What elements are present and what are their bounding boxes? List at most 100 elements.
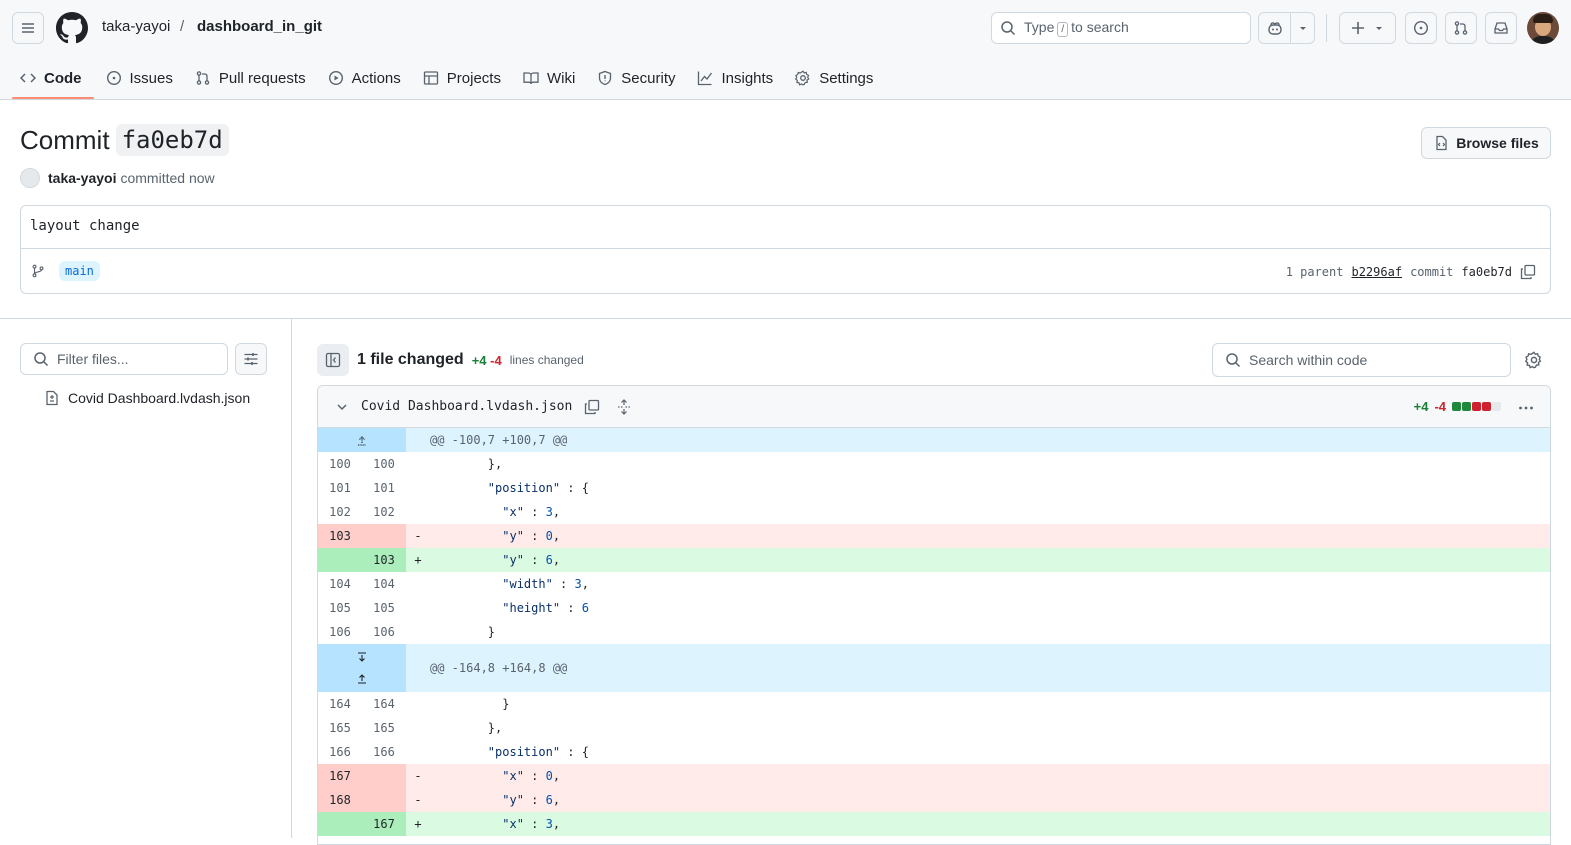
tab-projects[interactable]: Projects: [415, 58, 513, 98]
author-link[interactable]: taka-yayoi: [48, 170, 116, 186]
diff-file-name[interactable]: Covid Dashboard.lvdash.json: [361, 399, 572, 414]
diff-line: 100 100 },: [329, 457, 503, 471]
tab-issues[interactable]: Issues: [98, 58, 185, 98]
gear-icon: [1525, 351, 1542, 369]
expand-up-icon: [358, 436, 366, 446]
copy-icon[interactable]: [1520, 264, 1536, 280]
browse-files-button[interactable]: Browse files: [1421, 127, 1551, 159]
breadcrumb-repo[interactable]: dashboard_in_git: [197, 18, 322, 35]
repo-tabs: Code Issues Pull requests Actions Projec…: [12, 58, 885, 100]
page-title: Commit fa0eb7d: [20, 124, 229, 156]
global-search-input[interactable]: Type / to search: [991, 12, 1251, 44]
diff-settings-button[interactable]: [1525, 351, 1543, 369]
gear-icon: [795, 70, 810, 86]
diff-line: 105 105 "height" : 6: [329, 601, 589, 615]
tab-pull-requests[interactable]: Pull requests: [187, 58, 318, 98]
tab-label: Projects: [446, 69, 501, 87]
kebab-menu-icon[interactable]: [1518, 400, 1534, 416]
diff-line: 106 106 }: [329, 625, 496, 639]
search-icon: [1001, 21, 1016, 36]
filter-files-input[interactable]: Filter files...: [20, 343, 228, 375]
breadcrumb-owner[interactable]: taka-yayoi: [102, 18, 170, 35]
file-additions: +4: [1413, 399, 1429, 414]
pull-request-icon: [196, 71, 210, 85]
file-tree-item[interactable]: Covid Dashboard.lvdash.json: [44, 390, 250, 406]
diff-line: 102 102 "x" : 3,: [329, 505, 561, 519]
search-icon: [34, 352, 49, 367]
hunk-text: @@ -164,8 +164,8 @@: [430, 661, 568, 675]
user-avatar[interactable]: [1527, 12, 1559, 44]
expand-both-button[interactable]: [318, 644, 406, 692]
deletions-count: -4: [490, 352, 502, 368]
commit-hash: fa0eb7d: [1461, 265, 1512, 279]
copilot-button[interactable]: [1258, 12, 1315, 44]
menu-button[interactable]: [12, 12, 44, 44]
search-within-code-placeholder: Search within code: [1249, 352, 1368, 368]
diff-summary: 1 file changed +4 -4 lines changed: [357, 351, 584, 369]
tab-label: Insights: [721, 69, 774, 87]
hunk-header: @@ -164,8 +164,8 @@: [318, 644, 1550, 692]
inbox-button[interactable]: [1485, 12, 1517, 44]
github-logo-icon[interactable]: [56, 12, 88, 44]
issue-icon: [106, 70, 121, 86]
table-icon: [423, 71, 438, 85]
file-deletions: -4: [1434, 399, 1446, 414]
git-branch-icon: [32, 264, 44, 278]
breadcrumb-separator: /: [180, 18, 185, 35]
toggle-file-tree-button[interactable]: [317, 344, 349, 376]
chevron-down-icon[interactable]: [336, 401, 348, 413]
tab-insights[interactable]: Insights: [689, 58, 785, 98]
tab-wiki[interactable]: Wiki: [515, 58, 587, 98]
lines-changed-label: lines changed: [509, 353, 584, 367]
diff-line-deleted: 168- "y" : 6,: [318, 788, 1550, 812]
parent-hash-link[interactable]: b2296af: [1351, 265, 1402, 279]
commit-message-box: layout change main 1 parent b2296af comm…: [20, 205, 1551, 294]
pull-request-icon: [1454, 21, 1468, 35]
file-code-icon: [1436, 135, 1447, 151]
expand-up-button[interactable]: [318, 428, 406, 452]
tab-label: Issues: [129, 69, 173, 87]
diffstat-bar: [1452, 399, 1502, 414]
expand-all-icon[interactable]: [616, 398, 632, 415]
branch-label[interactable]: main: [59, 261, 100, 281]
tab-code[interactable]: Code: [12, 58, 94, 99]
create-new-button[interactable]: [1339, 12, 1396, 44]
panel-divider[interactable]: [291, 318, 292, 838]
copy-icon[interactable]: [584, 399, 600, 415]
inbox-icon: [1494, 22, 1508, 34]
tab-actions[interactable]: Actions: [320, 58, 413, 98]
commit-parent-info: 1 parent b2296af commit fa0eb7d: [1286, 264, 1536, 280]
tab-settings[interactable]: Settings: [787, 58, 885, 98]
tab-label: Settings: [819, 69, 874, 87]
expand-up-icon: [358, 674, 366, 684]
browse-files-label: Browse files: [1456, 135, 1539, 151]
tab-label: Security: [621, 69, 676, 87]
commit-author-line: taka-yayoi committed now: [20, 168, 215, 188]
graph-icon: [698, 71, 713, 86]
commit-label: commit: [1410, 265, 1454, 279]
app-header: taka-yayoi / dashboard_in_git Type / to se…: [0, 0, 1571, 100]
code-icon: [20, 73, 36, 83]
tab-label: Pull requests: [218, 69, 306, 87]
issues-button[interactable]: [1405, 12, 1437, 44]
diff-line-deleted: 103- "y" : 0,: [318, 524, 1550, 548]
filter-options-button[interactable]: [235, 343, 267, 375]
sidebar-collapse-icon: [325, 352, 341, 368]
plus-icon: [1351, 22, 1364, 34]
diff-line-deleted: 167- "x" : 0,: [318, 764, 1550, 788]
tab-security[interactable]: Security: [589, 58, 687, 98]
search-within-code-input[interactable]: Search within code: [1212, 343, 1511, 377]
section-divider: [0, 318, 1571, 319]
file-diff-header: Covid Dashboard.lvdash.json +4 -4: [318, 386, 1550, 428]
pull-requests-button[interactable]: [1445, 12, 1477, 44]
search-icon: [1226, 353, 1241, 368]
search-shortcut-key: /: [1057, 22, 1069, 37]
expand-down-icon: [358, 652, 366, 662]
tab-label: Code: [44, 69, 82, 87]
search-suffix: to search: [1071, 19, 1129, 35]
commit-title-prefix: Commit: [20, 124, 110, 155]
avatar[interactable]: [20, 168, 40, 188]
diff-line-added: 167 + "x" : 3,: [318, 812, 1550, 836]
parent-label: 1 parent: [1285, 265, 1344, 279]
hunk-header: @@ -100,7 +100,7 @@: [318, 428, 1550, 452]
